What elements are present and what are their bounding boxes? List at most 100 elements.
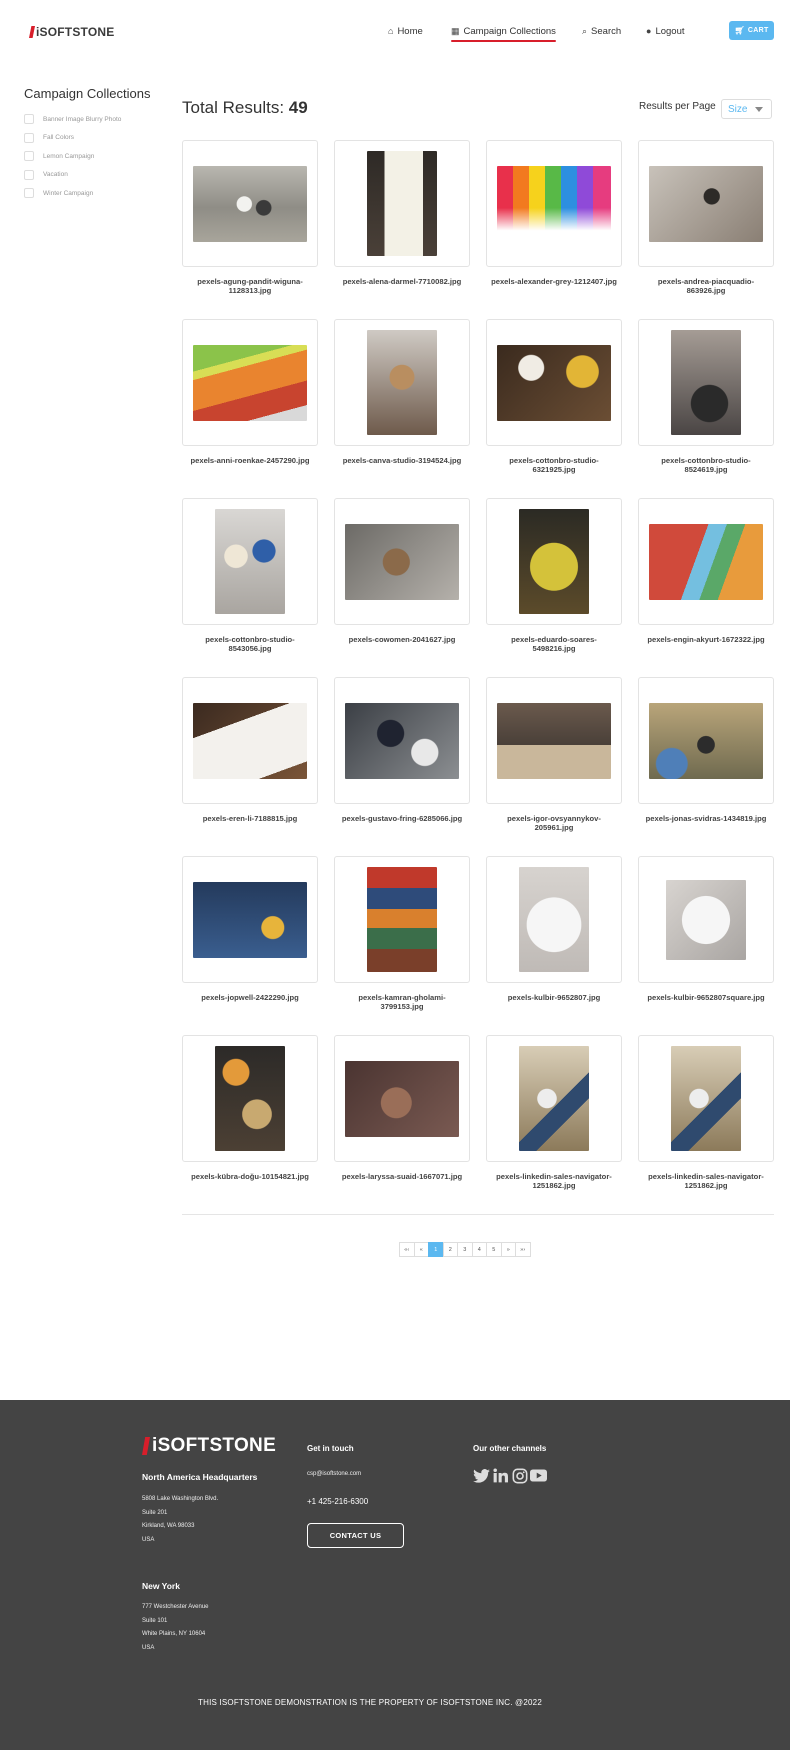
page-button[interactable]: 2 — [442, 1242, 458, 1257]
asset-filename[interactable]: pexels-cowomen-2041627.jpg — [334, 635, 470, 644]
asset-card[interactable]: pexels-eduardo-soares-5498216.jpg — [486, 498, 622, 653]
brand-logo[interactable]: iSOFTSTONE — [29, 24, 114, 40]
asset-filename[interactable]: pexels-alena-darmel-7710082.jpg — [334, 277, 470, 286]
asset-thumbnail-image[interactable] — [215, 509, 285, 614]
asset-filename[interactable]: pexels-eduardo-soares-5498216.jpg — [486, 635, 622, 653]
asset-thumbnail-image[interactable] — [671, 330, 741, 435]
asset-thumbnail-image[interactable] — [345, 702, 459, 779]
asset-card[interactable]: pexels-alexander-grey-1212407.jpg — [486, 140, 622, 286]
asset-thumbnail-frame[interactable] — [486, 140, 622, 267]
asset-filename[interactable]: pexels-jopwell-2422290.jpg — [182, 993, 318, 1002]
asset-filename[interactable]: pexels-gustavo-fring-6285066.jpg — [334, 814, 470, 823]
asset-filename[interactable]: pexels-kamran-gholami-3799153.jpg — [334, 993, 470, 1011]
next-page-button[interactable]: » — [500, 1242, 516, 1257]
asset-card[interactable]: pexels-canva-studio-3194524.jpg — [334, 319, 470, 465]
nav-logout[interactable]: ● Logout — [646, 22, 685, 40]
asset-thumbnail-image[interactable] — [519, 509, 589, 614]
asset-thumbnail-frame[interactable] — [182, 856, 318, 983]
asset-thumbnail-frame[interactable] — [638, 498, 774, 625]
asset-thumbnail-image[interactable] — [497, 344, 611, 421]
nav-search[interactable]: ⌕ Search — [582, 22, 621, 40]
asset-card[interactable]: pexels-linkedin-sales-navigator-1251862.… — [486, 1035, 622, 1190]
asset-thumbnail-frame[interactable] — [334, 856, 470, 983]
asset-filename[interactable]: pexels-canva-studio-3194524.jpg — [334, 456, 470, 465]
asset-thumbnail-frame[interactable] — [638, 677, 774, 804]
asset-card[interactable]: pexels-gustavo-fring-6285066.jpg — [334, 677, 470, 823]
asset-thumbnail-image[interactable] — [649, 165, 763, 242]
asset-thumbnail-frame[interactable] — [486, 498, 622, 625]
asset-thumbnail-frame[interactable] — [182, 1035, 318, 1162]
asset-thumbnail-image[interactable] — [367, 151, 437, 256]
asset-card[interactable]: pexels-kulbir-9652807square.jpg — [638, 856, 774, 1002]
asset-card[interactable]: pexels-cowomen-2041627.jpg — [334, 498, 470, 644]
asset-thumbnail-image[interactable] — [519, 1046, 589, 1151]
asset-thumbnail-frame[interactable] — [182, 498, 318, 625]
asset-thumbnail-frame[interactable] — [182, 677, 318, 804]
asset-filename[interactable]: pexels-cottonbro-studio-8524619.jpg — [638, 456, 774, 474]
asset-card[interactable]: pexels-alena-darmel-7710082.jpg — [334, 140, 470, 286]
asset-filename[interactable]: pexels-cottonbro-studio-6321925.jpg — [486, 456, 622, 474]
page-button[interactable]: 5 — [486, 1242, 502, 1257]
asset-filename[interactable]: pexels-cottonbro-studio-8543056.jpg — [182, 635, 318, 653]
asset-thumbnail-frame[interactable] — [334, 677, 470, 804]
first-page-button[interactable]: «‹ — [399, 1242, 415, 1257]
asset-thumbnail-image[interactable] — [193, 344, 307, 421]
asset-card[interactable]: pexels-jopwell-2422290.jpg — [182, 856, 318, 1002]
asset-thumbnail-frame[interactable] — [638, 856, 774, 983]
asset-card[interactable]: pexels-cottonbro-studio-8524619.jpg — [638, 319, 774, 474]
asset-thumbnail-image[interactable] — [649, 523, 763, 600]
cart-button[interactable]: 🛒︎ CART — [729, 21, 774, 40]
asset-thumbnail-image[interactable] — [497, 165, 611, 242]
asset-card[interactable]: pexels-jonas-svidras-1434819.jpg — [638, 677, 774, 823]
asset-filename[interactable]: pexels-igor-ovsyannykov-205961.jpg — [486, 814, 622, 832]
asset-card[interactable]: pexels-linkedin-sales-navigator-1251862.… — [638, 1035, 774, 1190]
filter-item[interactable]: Fall Colors — [24, 129, 164, 148]
asset-thumbnail-image[interactable] — [193, 165, 307, 242]
filter-item[interactable]: Vacation — [24, 166, 164, 185]
asset-filename[interactable]: pexels-engin-akyurt-1672322.jpg — [638, 635, 774, 644]
filter-item[interactable]: Winter Campaign — [24, 184, 164, 203]
filter-checkbox[interactable] — [24, 132, 34, 143]
asset-thumbnail-image[interactable] — [193, 881, 307, 958]
asset-card[interactable]: pexels-anni-roenkae-2457290.jpg — [182, 319, 318, 465]
contact-us-button[interactable]: CONTACT US — [307, 1523, 404, 1548]
youtube-icon[interactable] — [530, 1467, 547, 1484]
results-per-page-select[interactable]: Size — [721, 99, 772, 119]
instagram-icon[interactable] — [511, 1467, 528, 1484]
filter-item[interactable]: Banner Image Blurry Photo — [24, 110, 164, 129]
asset-thumbnail-frame[interactable] — [486, 856, 622, 983]
asset-thumbnail-frame[interactable] — [182, 140, 318, 267]
asset-thumbnail-frame[interactable] — [486, 1035, 622, 1162]
asset-card[interactable]: pexels-eren-li-7188815.jpg — [182, 677, 318, 823]
asset-thumbnail-frame[interactable] — [334, 498, 470, 625]
footer-logo[interactable]: iSOFTSTONE — [142, 1435, 276, 1457]
asset-thumbnail-image[interactable] — [193, 702, 307, 779]
asset-thumbnail-frame[interactable] — [486, 319, 622, 446]
asset-filename[interactable]: pexels-agung-pandit-wiguna-1128313.jpg — [182, 277, 318, 295]
asset-thumbnail-image[interactable] — [367, 330, 437, 435]
asset-filename[interactable]: pexels-linkedin-sales-navigator-1251862.… — [486, 1172, 622, 1190]
page-button[interactable]: 1 — [428, 1242, 444, 1257]
asset-thumbnail-image[interactable] — [519, 867, 589, 972]
filter-checkbox[interactable] — [24, 169, 34, 180]
phone-link[interactable]: +1 425-216-6300 — [307, 1497, 368, 1506]
asset-thumbnail-image[interactable] — [345, 1060, 459, 1137]
filter-item[interactable]: Lemon Campaign — [24, 147, 164, 166]
asset-filename[interactable]: pexels-andrea-piacquadio-863926.jpg — [638, 277, 774, 295]
asset-card[interactable]: pexels-engin-akyurt-1672322.jpg — [638, 498, 774, 644]
asset-thumbnail-frame[interactable] — [486, 677, 622, 804]
filter-checkbox[interactable] — [24, 151, 34, 162]
asset-filename[interactable]: pexels-linkedin-sales-navigator-1251862.… — [638, 1172, 774, 1190]
asset-thumbnail-image[interactable] — [671, 1046, 741, 1151]
asset-filename[interactable]: pexels-anni-roenkae-2457290.jpg — [182, 456, 318, 465]
page-button[interactable]: 4 — [471, 1242, 487, 1257]
asset-thumbnail-frame[interactable] — [638, 319, 774, 446]
asset-card[interactable]: pexels-cottonbro-studio-6321925.jpg — [486, 319, 622, 474]
asset-thumbnail-image[interactable] — [367, 867, 437, 972]
asset-filename[interactable]: pexels-laryssa-suaid-1667071.jpg — [334, 1172, 470, 1181]
asset-thumbnail-image[interactable] — [666, 879, 746, 960]
asset-filename[interactable]: pexels-eren-li-7188815.jpg — [182, 814, 318, 823]
asset-thumbnail-image[interactable] — [497, 702, 611, 779]
asset-card[interactable]: pexels-laryssa-suaid-1667071.jpg — [334, 1035, 470, 1181]
filter-checkbox[interactable] — [24, 188, 34, 199]
